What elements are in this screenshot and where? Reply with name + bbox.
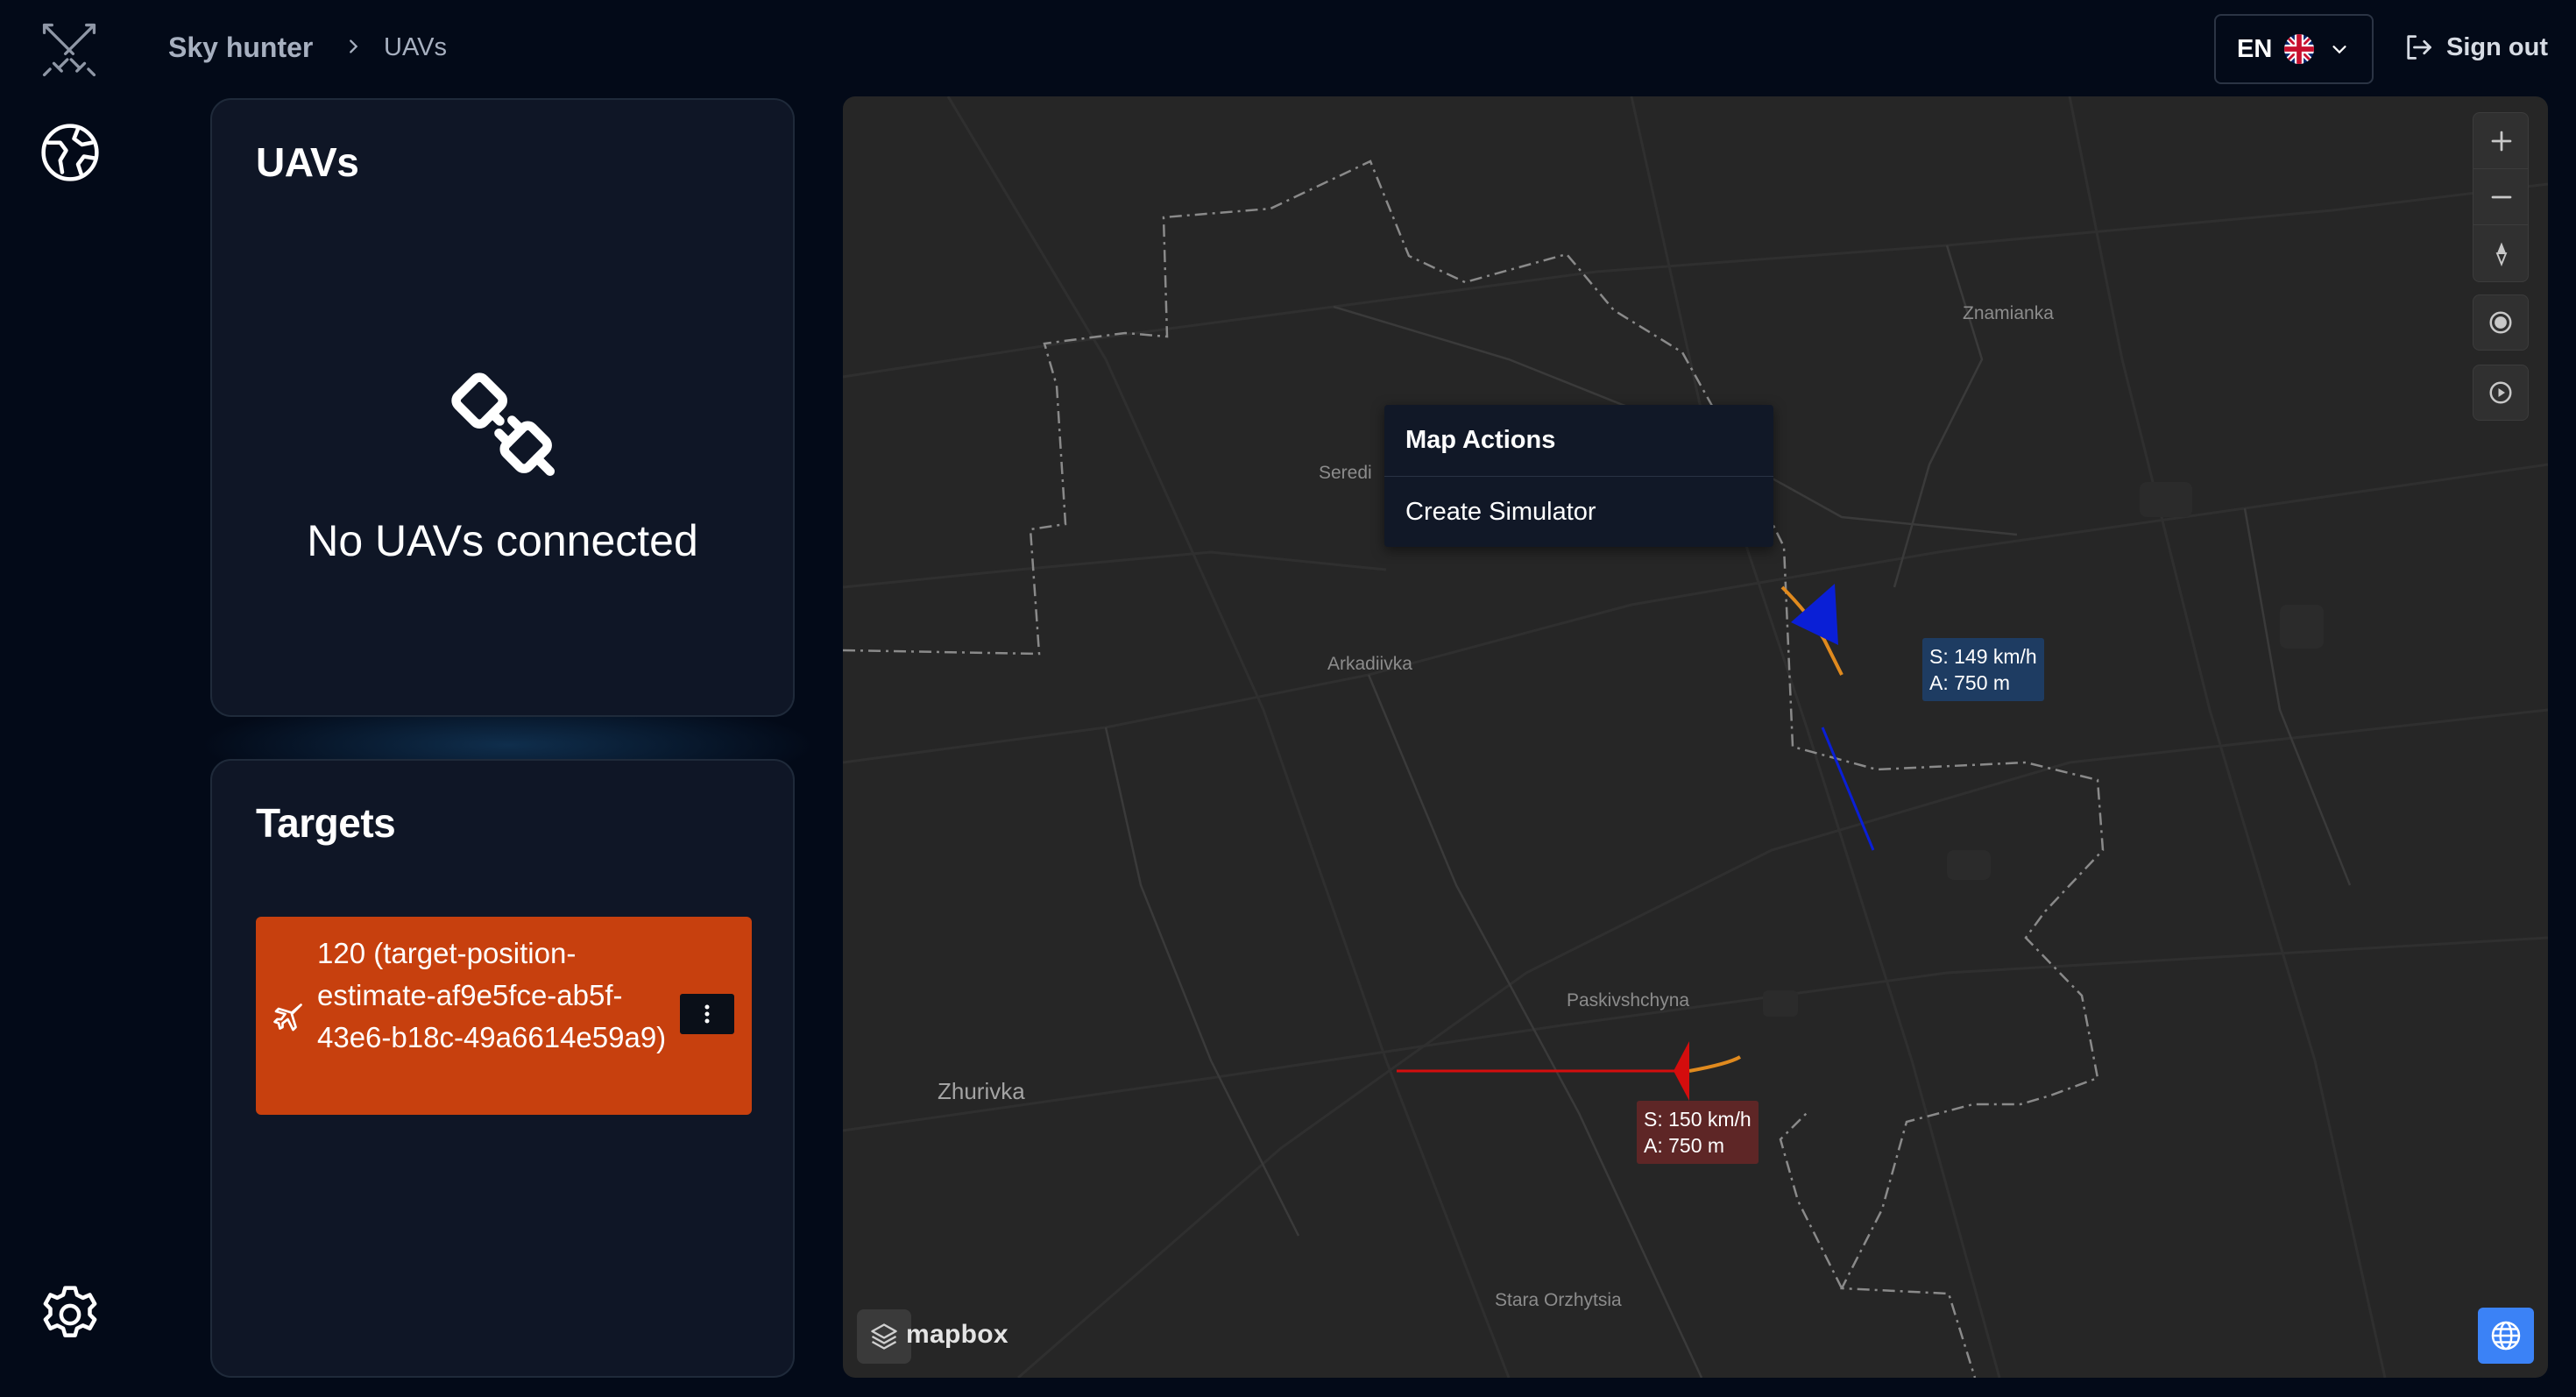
language-code: EN (2237, 34, 2273, 63)
uav-telemetry-label: S: 150 km/h A: 750 m (1637, 1101, 1759, 1164)
sign-out-label: Sign out (2446, 32, 2548, 61)
breadcrumb-current: UAVs (384, 33, 447, 61)
language-select[interactable]: EN (2214, 14, 2374, 84)
uk-flag-icon (2284, 34, 2315, 64)
uav-speed: S: 149 km/h (1929, 645, 2037, 668)
zoom-in-icon (2491, 131, 2512, 151)
uavs-panel-title: UAVs (256, 139, 359, 185)
play-button[interactable] (2473, 365, 2529, 421)
map-context-menu: Map Actions Create Simulator (1384, 405, 1773, 547)
red-uav-history (1688, 1055, 1741, 1073)
place-label: Stara Orzhytsia (1495, 1290, 1622, 1310)
mapbox-attribution: mapbox (906, 1320, 1008, 1349)
place-label: Seredi (1319, 463, 1372, 483)
map-view[interactable]: Znamianka Seredi Arkadiivka Paskivshchyn… (843, 96, 2548, 1378)
sidebar (0, 0, 140, 1397)
breadcrumb-root[interactable]: Sky hunter (168, 32, 313, 64)
chevron-down-icon (2332, 46, 2346, 54)
place-label: Paskivshchyna (1567, 990, 1690, 1011)
map-navigation-controls (2473, 112, 2529, 282)
targets-panel-title: Targets (256, 800, 396, 846)
zoom-out-icon (2491, 195, 2512, 198)
red-uav-marker (1674, 1041, 1689, 1101)
place-label: Znamianka (1963, 303, 2054, 323)
place-label: Zhurivka (938, 1078, 1025, 1104)
settings-icon[interactable] (39, 1283, 102, 1346)
globe-icon[interactable] (39, 121, 102, 184)
play-icon (2489, 381, 2512, 404)
plane-icon (273, 1003, 302, 1032)
sign-out-icon (2407, 35, 2431, 60)
targets-panel: Targets 120 (target-position-estimate-af… (210, 759, 795, 1378)
unplugged-icon (451, 372, 556, 477)
create-simulator-menu-item[interactable]: Create Simulator (1384, 477, 1773, 547)
compass-icon (2495, 242, 2508, 266)
uav-altitude: A: 750 m (1644, 1134, 1725, 1157)
map-base-layer (843, 96, 2548, 1378)
uav-telemetry-label: S: 149 km/h A: 750 m (1922, 638, 2044, 701)
place-label: Arkadiivka (1327, 654, 1412, 674)
target-label: 120 (target-position-estimate-af9e5fce-a… (317, 937, 667, 1053)
blue-uav-marker (1791, 584, 1838, 645)
zoom-out-button[interactable] (2473, 169, 2528, 225)
top-bar: Sky hunter UAVs EN Sign out (0, 0, 2576, 96)
sign-out-button[interactable]: Sign out (2403, 32, 2548, 63)
zoom-in-button[interactable] (2473, 113, 2528, 169)
globe-view-button[interactable] (2478, 1308, 2534, 1364)
compass-button[interactable] (2473, 225, 2528, 281)
layers-button[interactable] (857, 1309, 911, 1364)
record-button[interactable] (2473, 294, 2529, 351)
globe-icon (2491, 1321, 2521, 1351)
no-uavs-message: No UAVs connected (307, 516, 698, 565)
target-item[interactable]: 120 (target-position-estimate-af9e5fce-a… (256, 917, 752, 1115)
context-menu-title: Map Actions (1384, 405, 1773, 477)
uav-altitude: A: 750 m (1929, 671, 2011, 694)
chevron-right-icon (350, 39, 358, 53)
record-icon (2489, 311, 2512, 334)
uav-speed: S: 150 km/h (1644, 1108, 1752, 1131)
more-options-button[interactable] (680, 994, 734, 1034)
layers-icon (871, 1323, 897, 1350)
uavs-panel: UAVs No UAVs connected (210, 98, 795, 717)
